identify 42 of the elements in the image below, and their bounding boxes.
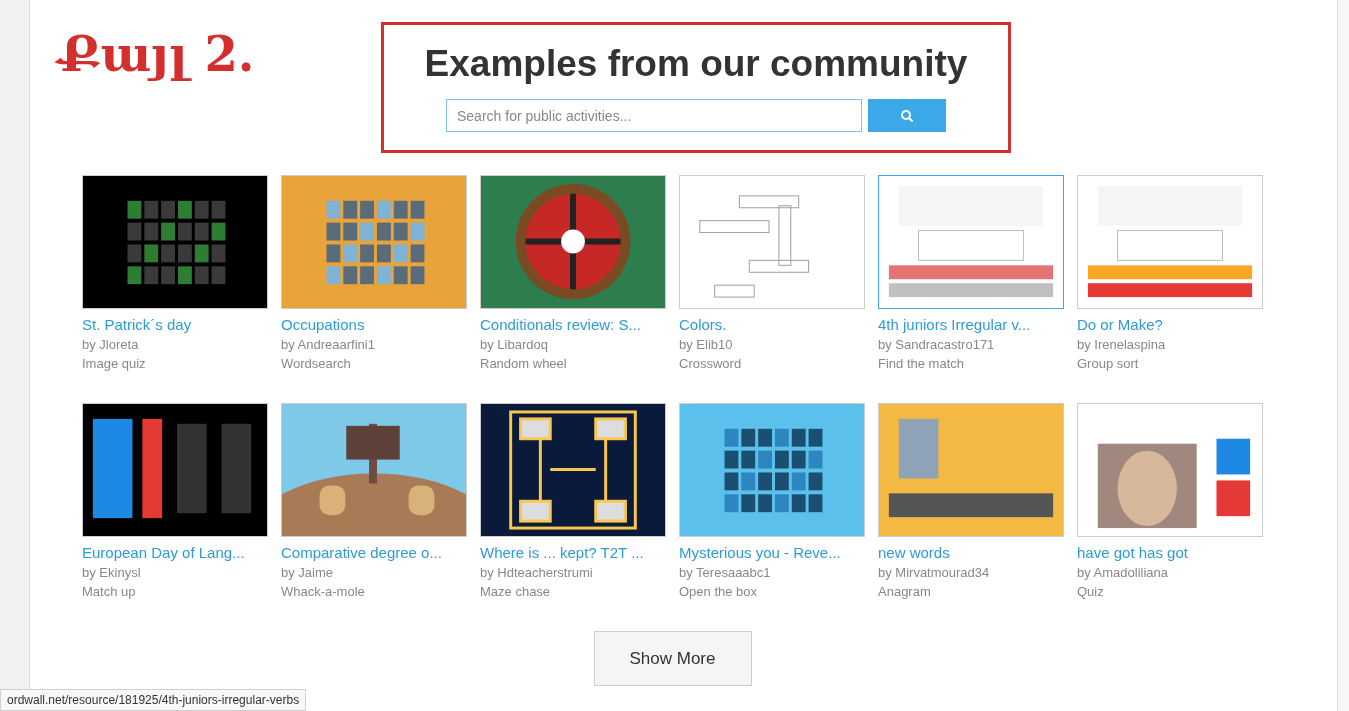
- activity-type: Match up: [82, 583, 137, 601]
- search-button[interactable]: [868, 99, 946, 133]
- activity-type: Group sort: [1077, 355, 1140, 373]
- activity-type: Crossword: [679, 355, 743, 373]
- activity-author: by Jloreta: [82, 336, 140, 354]
- activity-author: by Hdteacherstrumi: [480, 564, 594, 582]
- activity-title[interactable]: Conditionals review: S...: [480, 315, 666, 335]
- activity-author: by Amadoliliana: [1077, 564, 1170, 582]
- activity-title[interactable]: St. Patrick´s day: [82, 315, 268, 335]
- activity-title[interactable]: Where is ... kept? T2T ...: [480, 543, 666, 563]
- activity-author: by Elib10: [679, 336, 734, 354]
- activity-title[interactable]: have got has got: [1077, 543, 1263, 563]
- activity-type: Image quiz: [82, 355, 147, 373]
- activity-author: by Libardoq: [480, 336, 549, 354]
- activity-type: Quiz: [1077, 583, 1105, 601]
- activity-title[interactable]: Do or Make?: [1077, 315, 1263, 335]
- activity-title[interactable]: Comparative degree o...: [281, 543, 467, 563]
- search-icon: [900, 108, 914, 123]
- section-title: Examples from our community: [424, 42, 968, 86]
- status-bar: ordwall.net/resource/181925/4th-juniors-irregular-verbs: [0, 689, 307, 711]
- activity-title[interactable]: Mysterious you - Reve...: [679, 543, 865, 563]
- activity-title[interactable]: Colors.: [679, 315, 865, 335]
- activity-title[interactable]: European Day of Lang...: [82, 543, 268, 563]
- activity-author: by Mirvatmourad34: [878, 564, 991, 582]
- activity-author: by Jaime: [281, 564, 335, 582]
- activity-type: Wordsearch: [281, 355, 352, 373]
- show-more-button[interactable]: Show More: [593, 631, 752, 686]
- activity-title[interactable]: 4th juniors Irregular v...: [878, 315, 1064, 335]
- activity-author: by Ekinysl: [82, 564, 142, 582]
- activity-author: by Sandracastro171: [878, 336, 996, 354]
- activity-author: by Teresaaabc1: [679, 564, 772, 582]
- activity-author: by Andreaarfini1: [281, 336, 376, 354]
- activity-type: Maze chase: [480, 583, 552, 601]
- activity-title[interactable]: Occupations: [281, 315, 467, 335]
- activity-type: Whack-a-mole: [281, 583, 366, 601]
- activity-type: Random wheel: [480, 355, 568, 373]
- activity-author: by Irenelaspina: [1077, 336, 1167, 354]
- activity-type: Find the match: [878, 355, 965, 373]
- search-field[interactable]: Search for public activities...: [446, 99, 862, 133]
- activity-title[interactable]: new words: [878, 543, 1064, 563]
- activity-type: Open the box: [679, 583, 759, 601]
- activity-type: Anagram: [878, 583, 932, 601]
